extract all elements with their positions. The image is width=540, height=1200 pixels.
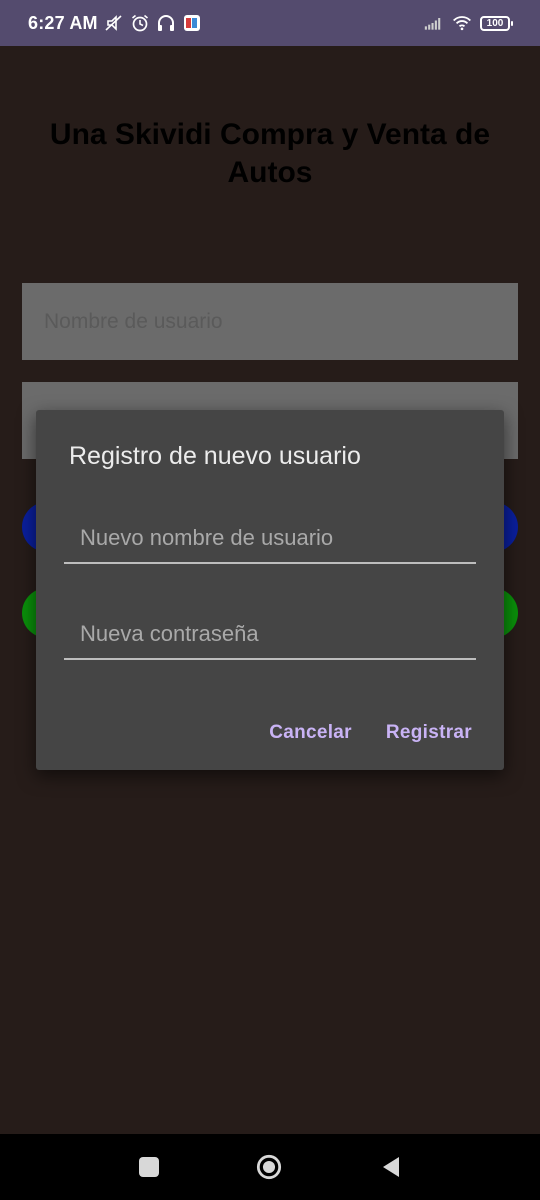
- status-left: 6:27 AM: [28, 13, 202, 34]
- alarm-icon: [131, 14, 148, 32]
- recent-apps-icon: [139, 1157, 159, 1177]
- home-icon: [256, 1154, 282, 1180]
- dialog-actions: Cancelar Registrar: [269, 722, 472, 744]
- back-button[interactable]: [378, 1154, 404, 1180]
- register-dialog: Registro de nuevo usuario Cancelar Regis…: [36, 410, 504, 770]
- back-icon: [383, 1157, 399, 1177]
- navigation-bar: [0, 1134, 540, 1200]
- register-confirm-button[interactable]: Registrar: [386, 722, 472, 744]
- new-username-field[interactable]: [64, 514, 476, 564]
- recent-apps-button[interactable]: [136, 1154, 162, 1180]
- headphones-icon: [157, 15, 174, 31]
- cancel-button[interactable]: Cancelar: [269, 722, 352, 744]
- new-username-input[interactable]: [64, 514, 476, 562]
- status-right: 100: [424, 13, 513, 33]
- signal-icon: [424, 18, 441, 30]
- new-password-field[interactable]: [64, 610, 476, 660]
- dialog-title: Registro de nuevo usuario: [69, 442, 361, 470]
- page-title: Una Skividi Compra y Venta de Autos: [49, 118, 491, 189]
- username-input[interactable]: Nombre de usuario: [22, 283, 518, 360]
- username-placeholder: Nombre de usuario: [44, 309, 223, 333]
- mute-icon: [105, 15, 122, 31]
- home-button[interactable]: [256, 1154, 282, 1180]
- app-notification-icon: [183, 15, 200, 31]
- wifi-icon: [453, 16, 471, 31]
- status-bar: 6:27 AM 100: [0, 0, 540, 46]
- new-password-input[interactable]: [64, 610, 476, 658]
- battery-icon: 100: [480, 15, 513, 31]
- status-time: 6:27 AM: [28, 12, 98, 33]
